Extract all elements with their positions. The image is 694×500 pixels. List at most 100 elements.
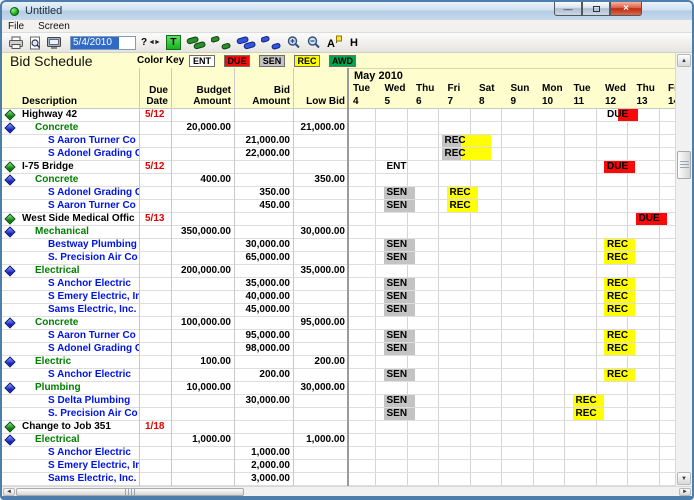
job-diamond-icon[interactable]	[4, 421, 15, 432]
table-row[interactable]: S Adonel Grading C22,000.00	[2, 148, 347, 161]
table-row[interactable]: S Aaron Turner Co95,000.00	[2, 330, 347, 343]
note-flag-button[interactable]: A	[326, 35, 342, 51]
calendar-row[interactable]	[349, 317, 675, 330]
status-marker-rec[interactable]: REC	[604, 343, 635, 355]
status-marker-sen[interactable]: SEN	[384, 408, 415, 420]
calendar-row[interactable]: REC	[349, 135, 675, 148]
h-button[interactable]: H	[350, 37, 358, 49]
status-marker-sen[interactable]: SEN	[384, 239, 415, 251]
table-row[interactable]: S. Precision Air Co	[2, 408, 347, 421]
vertical-scrollbar[interactable]: ▲ ▼	[675, 53, 692, 486]
calendar-row[interactable]	[349, 421, 675, 434]
menu-file[interactable]: File	[8, 21, 24, 32]
calendar-row[interactable]	[349, 382, 675, 395]
table-row[interactable]: S Anchor Electric1,000.00	[2, 447, 347, 460]
status-marker-rec[interactable]: REC	[604, 369, 635, 381]
status-marker-rec[interactable]: REC	[442, 135, 491, 147]
timescale-button[interactable]: T	[166, 35, 181, 50]
scroll-down-button[interactable]: ▼	[677, 472, 691, 485]
print-button[interactable]	[8, 35, 24, 51]
table-row[interactable]: Plumbing10,000.0030,000.00	[2, 382, 347, 395]
column-header[interactable]: Description	[2, 96, 139, 107]
division-diamond-icon[interactable]	[4, 356, 15, 367]
calendar-row[interactable]	[349, 460, 675, 473]
division-diamond-icon[interactable]	[4, 434, 15, 445]
status-marker-sen[interactable]: SEN	[384, 278, 415, 290]
table-row[interactable]: S. Precision Air Co65,000.00	[2, 252, 347, 265]
table-row[interactable]: S Aaron Turner Co450.00	[2, 200, 347, 213]
status-marker-sen[interactable]: SEN	[384, 395, 415, 407]
table-row[interactable]: Concrete400.00350.00	[2, 174, 347, 187]
table-row[interactable]: Mechanical350,000.0030,000.00	[2, 226, 347, 239]
zoom-out-button[interactable]	[306, 35, 322, 51]
calendar-row[interactable]	[349, 356, 675, 369]
status-marker-rec[interactable]: REC	[604, 330, 635, 342]
status-marker-rec[interactable]: REC	[604, 278, 635, 290]
calendar-row[interactable]: SEN REC	[349, 330, 675, 343]
calendar-row[interactable]	[349, 265, 675, 278]
table-row[interactable]: Sams Electric, Inc.45,000.00	[2, 304, 347, 317]
job-diamond-icon[interactable]	[4, 213, 15, 224]
table-row[interactable]: S Emery Electric, In40,000.00	[2, 291, 347, 304]
job-diamond-icon[interactable]	[4, 109, 15, 120]
calendar-row[interactable]: SENREC	[349, 304, 675, 317]
division-diamond-icon[interactable]	[4, 174, 15, 185]
menu-screen[interactable]: Screen	[38, 21, 70, 32]
link-blue-button[interactable]	[236, 35, 257, 51]
table-row[interactable]: S Adonel Grading C350.00	[2, 187, 347, 200]
status-marker-sen[interactable]: SEN	[384, 330, 415, 342]
calendar-row[interactable]	[349, 122, 675, 135]
table-row[interactable]: Concrete100,000.0095,000.00	[2, 317, 347, 330]
calendar-row[interactable]	[349, 174, 675, 187]
date-field[interactable]: 5/4/2010	[70, 36, 136, 50]
status-marker-sen[interactable]: SEN	[384, 252, 415, 264]
calendar-row[interactable]	[349, 434, 675, 447]
division-diamond-icon[interactable]	[4, 122, 15, 133]
status-marker-sen[interactable]: SEN	[384, 304, 415, 316]
calendar-row[interactable]: SEN REC	[349, 369, 675, 382]
status-marker-rec[interactable]: REC	[442, 148, 491, 160]
calendar-row[interactable]: ENTDUE	[349, 161, 675, 174]
maximize-button[interactable]	[582, 2, 610, 16]
status-marker-rec[interactable]: REC	[604, 239, 635, 251]
calendar-row[interactable]: SENREC	[349, 252, 675, 265]
table-row[interactable]: Electrical200,000.0035,000.00	[2, 265, 347, 278]
minimize-button[interactable]: —	[554, 2, 582, 16]
table-row[interactable]: S Anchor Electric35,000.00	[2, 278, 347, 291]
table-row[interactable]: Concrete20,000.0021,000.00	[2, 122, 347, 135]
status-marker-rec[interactable]: REC	[573, 395, 604, 407]
horizontal-scrollbar[interactable]: ◄ ►	[2, 486, 692, 497]
column-header[interactable]: Bid Amount	[234, 85, 293, 107]
table-row[interactable]: Highway 425/12	[2, 109, 347, 122]
division-diamond-icon[interactable]	[4, 317, 15, 328]
status-marker-sen[interactable]: SEN	[384, 369, 415, 381]
table-row[interactable]: S Delta Plumbing30,000.00	[2, 395, 347, 408]
calendar-row[interactable]: DUE	[349, 213, 675, 226]
calendar-row[interactable]: SENREC	[349, 187, 675, 200]
table-row[interactable]: Sams Electric, Inc.3,000.00	[2, 473, 347, 486]
date-spinner[interactable]: ◄►	[148, 39, 160, 46]
table-row[interactable]: S Aaron Turner Co21,000.00	[2, 135, 347, 148]
status-marker-due[interactable]: DUE	[604, 109, 638, 121]
date-help-button[interactable]: ?	[141, 37, 147, 48]
scroll-left-button[interactable]: ◄	[3, 488, 15, 496]
column-header[interactable]: Budget Amount	[171, 85, 234, 107]
status-marker-rec[interactable]: REC	[604, 291, 635, 303]
table-row[interactable]: S Adonel Grading C98,000.00	[2, 343, 347, 356]
table-row[interactable]: I-75 Bridge5/12	[2, 161, 347, 174]
calendar-row[interactable]	[349, 226, 675, 239]
scroll-right-button[interactable]: ►	[679, 488, 691, 496]
calendar-row[interactable]: SEN REC	[349, 239, 675, 252]
link-blue-broken-button[interactable]	[261, 35, 282, 51]
scroll-up-button[interactable]: ▲	[677, 54, 691, 67]
calendar-row[interactable]	[349, 473, 675, 486]
status-marker-sen[interactable]: SEN	[384, 187, 415, 199]
division-diamond-icon[interactable]	[4, 382, 15, 393]
status-marker-due[interactable]: DUE	[636, 213, 667, 225]
calendar-row[interactable]: SEN REC	[349, 395, 675, 408]
status-marker-ent[interactable]: ENT	[384, 161, 415, 173]
status-marker-rec[interactable]: REC	[573, 408, 604, 420]
calendar-row[interactable]: SENREC	[349, 343, 675, 356]
table-row[interactable]: Change to Job 3511/18	[2, 421, 347, 434]
title-bar[interactable]: Untitled — ×	[2, 2, 692, 20]
